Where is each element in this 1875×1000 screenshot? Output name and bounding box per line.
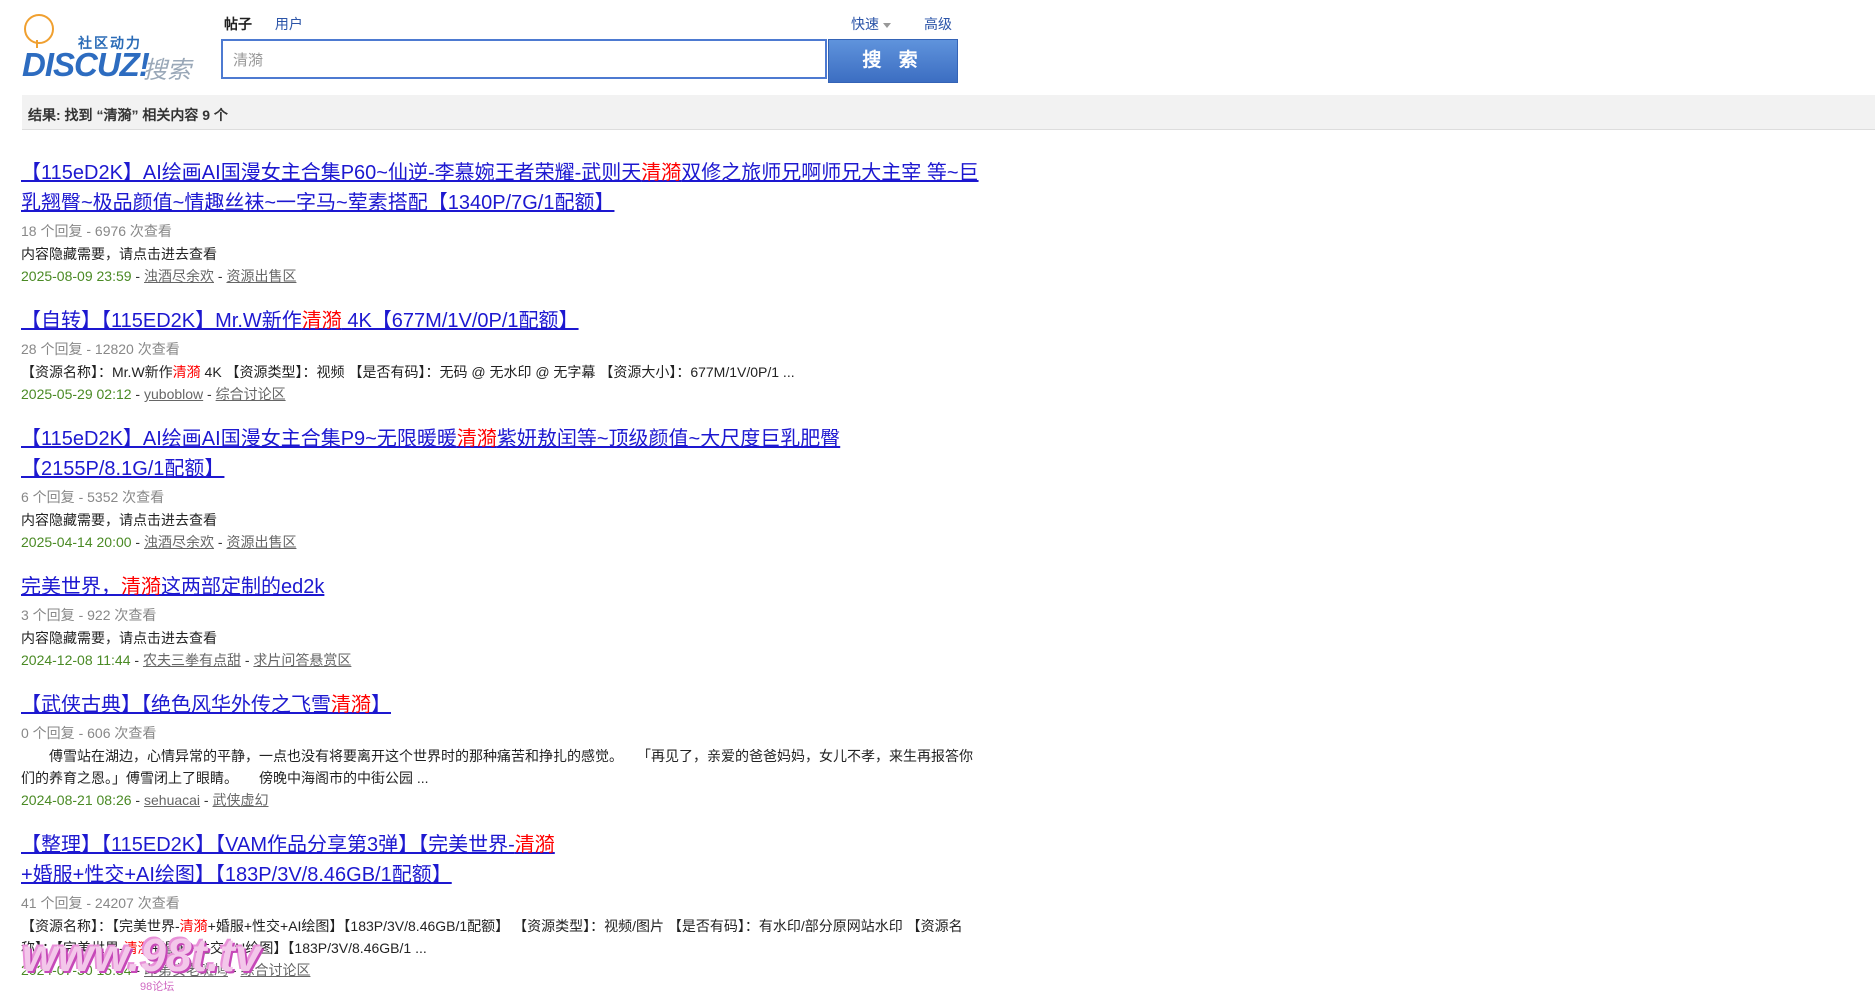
result-date: 2025-08-09 23:59	[21, 268, 132, 284]
list-item: 完美世界，清漪这两部定制的ed2k 3 个回复 - 922 次查看 内容隐藏需要…	[21, 572, 981, 671]
speech-bubble-icon	[24, 14, 54, 48]
result-title-link[interactable]: 【115eD2K】AI绘画AI国漫女主合集P9~无限暖暖清漪紫妍敖闰等~顶级颜值…	[21, 428, 840, 480]
result-description: 傅雪站在湖边，心情异常的平静，一点也没有将要离开这个世界时的那种痛苦和挣扎的感觉…	[21, 748, 973, 786]
result-stats: 0 个回复 - 606 次查看	[21, 725, 157, 741]
result-title-link[interactable]: 完美世界，清漪这两部定制的ed2k	[21, 576, 324, 598]
discuz-logo[interactable]: 社区动力 DISCUZ! 搜索	[20, 12, 191, 84]
result-title: 【整理】【115ED2K】【VAM作品分享第3弹】【完美世界-清漪+婚服+性交+…	[21, 830, 981, 890]
result-forum-link[interactable]: 资源出售区	[226, 268, 296, 284]
tab-posts[interactable]: 帖子	[224, 16, 252, 32]
result-description: 内容隐藏需要，请点击进去查看	[21, 246, 217, 262]
result-meta: 2025-05-29 02:12 - yuboblow - 综合讨论区	[21, 386, 286, 402]
result-meta: 2024-12-08 11:44 - 农夫三拳有点甜 - 求片问答悬赏区	[21, 652, 352, 668]
results-list: 【115eD2K】AI绘画AI国漫女主合集P60~仙逆-李慕婉王者荣耀-武则天清…	[21, 158, 981, 1000]
result-meta: 2024-08-21 08:26 - sehuacai - 武侠虚幻	[21, 792, 269, 808]
result-meta: 2025-04-14 20:00 - 浊酒尽余欢 - 资源出售区	[21, 534, 297, 550]
result-title-link[interactable]: 【115eD2K】AI绘画AI国漫女主合集P60~仙逆-李慕婉王者荣耀-武则天清…	[21, 162, 979, 214]
result-stats: 41 个回复 - 24207 次查看	[21, 895, 180, 911]
result-description: 内容隐藏需要，请点击进去查看	[21, 630, 217, 646]
list-item: 【115eD2K】AI绘画AI国漫女主合集P9~无限暖暖清漪紫妍敖闰等~顶级颜值…	[21, 424, 981, 553]
quick-label: 快速	[851, 16, 879, 32]
result-author-link[interactable]: 浊酒尽余欢	[144, 268, 214, 284]
result-stats: 6 个回复 - 5352 次查看	[21, 489, 165, 505]
result-stats: 28 个回复 - 12820 次查看	[21, 341, 180, 357]
result-author-link[interactable]: yuboblow	[144, 386, 203, 402]
search-box	[221, 39, 827, 79]
list-item: 【115eD2K】AI绘画AI国漫女主合集P60~仙逆-李慕婉王者荣耀-武则天清…	[21, 158, 981, 287]
result-author-link[interactable]: 农夫三拳有点甜	[143, 652, 241, 668]
result-date: 2024-08-21 08:26	[21, 792, 132, 808]
result-title: 【115eD2K】AI绘画AI国漫女主合集P9~无限暖暖清漪紫妍敖闰等~顶级颜值…	[21, 424, 981, 484]
result-meta: 2025-08-09 23:59 - 浊酒尽余欢 - 资源出售区	[21, 268, 297, 284]
logo-search-word: 搜索	[143, 57, 191, 84]
result-forum-link[interactable]: 求片问答悬赏区	[253, 652, 351, 668]
result-title-link[interactable]: 【自转】【115ED2K】Mr.W新作清漪 4K【677M/1V/0P/1配额】	[21, 310, 579, 332]
result-author-link[interactable]: 浊酒尽余欢	[144, 534, 214, 550]
result-forum-link[interactable]: 综合讨论区	[216, 386, 286, 402]
result-date: 2024-12-08 11:44	[21, 652, 131, 668]
result-forum-link[interactable]: 武侠虚幻	[213, 792, 269, 808]
result-title: 【115eD2K】AI绘画AI国漫女主合集P60~仙逆-李慕婉王者荣耀-武则天清…	[21, 158, 981, 218]
result-author-link[interactable]: sehuacai	[144, 792, 200, 808]
result-date: 2025-04-14 20:00	[21, 534, 132, 550]
advanced-search-link[interactable]: 高级	[924, 14, 952, 34]
result-description: 内容隐藏需要，请点击进去查看	[21, 512, 217, 528]
search-input[interactable]	[223, 41, 825, 77]
search-button[interactable]: 搜 索	[828, 39, 958, 83]
chevron-down-icon	[883, 22, 891, 28]
result-summary: 结果: 找到 “清漪” 相关内容 9 个	[28, 107, 228, 123]
list-item: 【武侠古典】【绝色风华外传之飞雪清漪】 0 个回复 - 606 次查看 傅雪站在…	[21, 690, 981, 811]
list-item: 【自转】【115ED2K】Mr.W新作清漪 4K【677M/1V/0P/1配额】…	[21, 306, 981, 405]
tab-users[interactable]: 用户	[275, 16, 303, 32]
result-title: 【自转】【115ED2K】Mr.W新作清漪 4K【677M/1V/0P/1配额】	[21, 306, 981, 336]
result-stats: 3 个回复 - 922 次查看	[21, 607, 157, 623]
watermark-text: www.98t.tv	[22, 929, 261, 981]
site-watermark: www.98t.tv 98论坛	[22, 928, 261, 993]
result-title: 【武侠古典】【绝色风华外传之飞雪清漪】	[21, 690, 981, 720]
logo-brand: DISCUZ!	[22, 46, 150, 83]
watermark-subtext: 98论坛	[140, 981, 175, 993]
quick-search-dropdown[interactable]: 快速	[851, 14, 891, 34]
result-title-link[interactable]: 【整理】【115ED2K】【VAM作品分享第3弹】【完美世界-清漪+婚服+性交+…	[21, 834, 555, 886]
result-summary-bar: 结果: 找到 “清漪” 相关内容 9 个	[22, 95, 1875, 130]
result-stats: 18 个回复 - 6976 次查看	[21, 223, 172, 239]
search-type-tabs: 帖子 用户	[224, 14, 322, 34]
result-title: 完美世界，清漪这两部定制的ed2k	[21, 572, 981, 602]
result-description: 【资源名称】：Mr.W新作清漪 4K 【资源类型】：视频 【是否有码】：无码 @…	[21, 364, 795, 380]
result-forum-link[interactable]: 资源出售区	[226, 534, 296, 550]
result-title-link[interactable]: 【武侠古典】【绝色风华外传之飞雪清漪】	[21, 694, 391, 716]
result-date: 2025-05-29 02:12	[21, 386, 132, 402]
